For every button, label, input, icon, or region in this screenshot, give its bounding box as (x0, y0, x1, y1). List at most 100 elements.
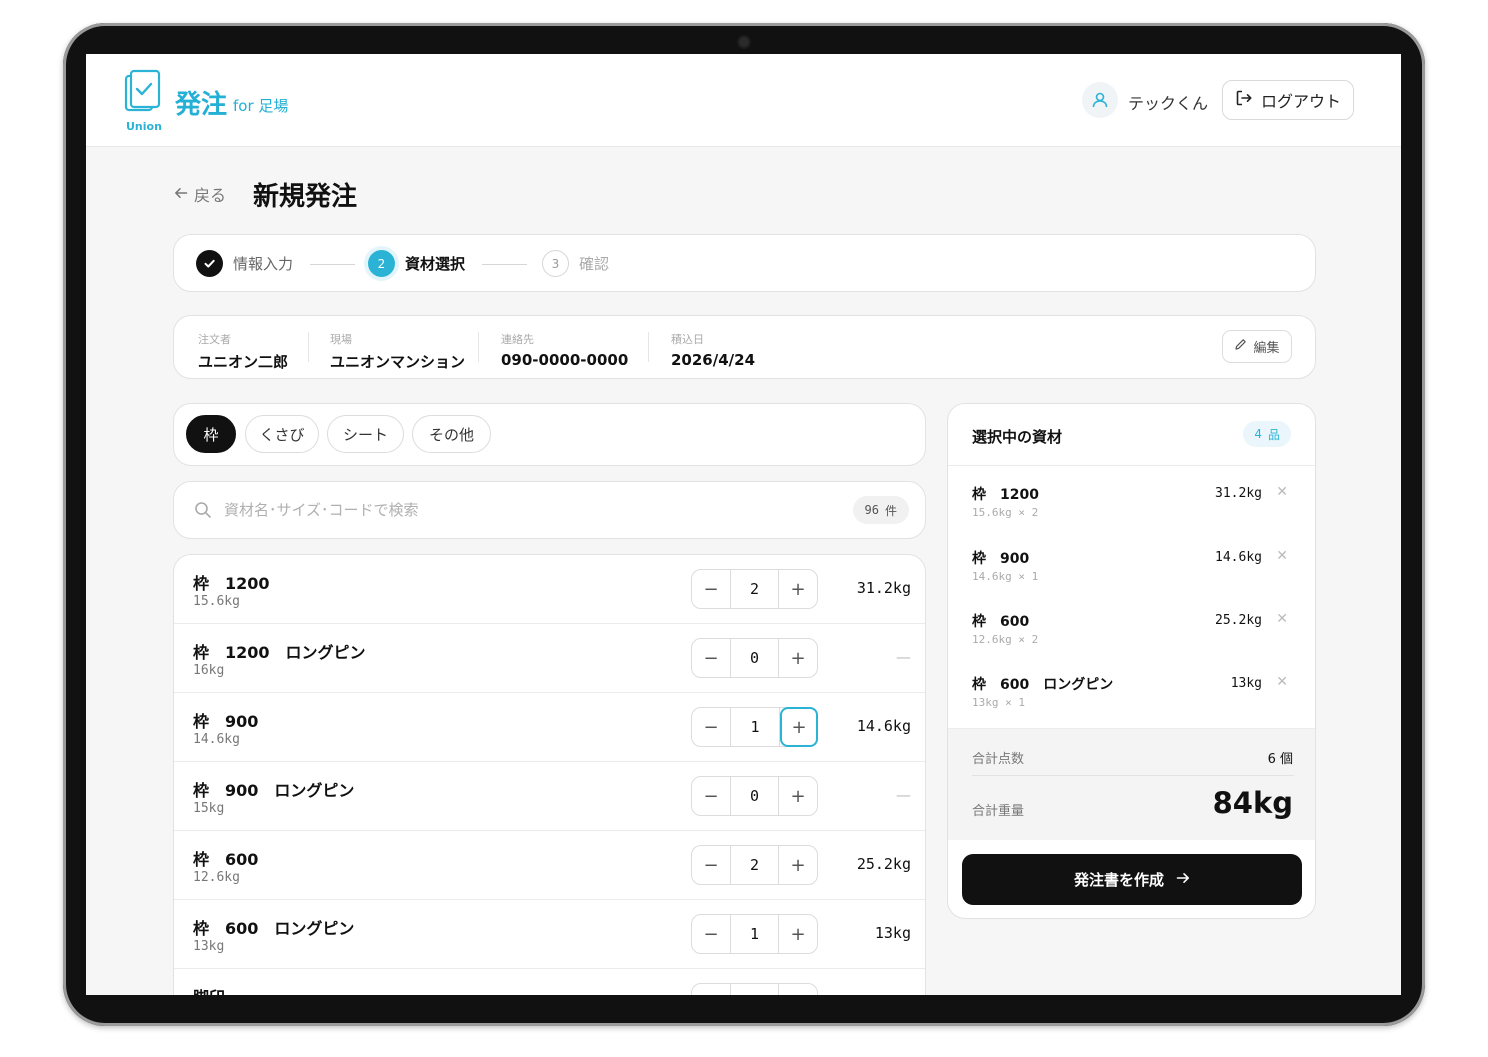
result-count: 96 (864, 503, 879, 517)
decrement-button[interactable]: − (692, 639, 730, 677)
selected-item-detail: 12.6kg × 2 (972, 633, 1039, 646)
remove-icon[interactable]: ✕ (1276, 611, 1288, 627)
product-row: 枠 900 14.6kg − 1 + 14.6kg (174, 693, 925, 762)
divider (972, 775, 1294, 776)
selected-count: 4 (1254, 427, 1262, 441)
step-number: 3 (542, 250, 569, 277)
total-count: 6 個 (1267, 752, 1293, 767)
divider (648, 332, 649, 362)
selected-item-name: 枠 600 (972, 614, 1030, 630)
increment-button[interactable]: + (779, 777, 817, 815)
edit-button[interactable]: 編集 (1222, 330, 1292, 363)
decrement-button[interactable] (692, 984, 730, 995)
create-order-button[interactable]: 発注書を作成 (962, 854, 1302, 905)
selected-item-weight: 31.2kg (1215, 486, 1262, 501)
step-connector (310, 264, 355, 265)
quantity-value[interactable]: 2 (730, 846, 779, 884)
selected-item-detail: 15.6kg × 2 (972, 506, 1039, 519)
product-total-weight: 31.2kg (856, 579, 911, 597)
quantity-value[interactable]: 1 (730, 708, 780, 746)
create-order-label: 発注書を作成 (1073, 871, 1164, 889)
selected-item-weight: 13kg (1230, 676, 1262, 691)
tab-wedge[interactable]: くさび (245, 415, 319, 453)
increment-button[interactable]: + (779, 639, 817, 677)
step-number: 2 (368, 250, 395, 277)
quantity-value[interactable]: 0 (730, 639, 779, 677)
product-list: 枠 1200 15.6kg − 2 + 31.2kg 枠 1200 ロングピン … (173, 554, 926, 995)
date-field: 積込日 2026/4/24 (671, 331, 755, 369)
increment-button[interactable]: + (779, 846, 817, 884)
search-icon (194, 501, 212, 523)
remove-icon[interactable]: ✕ (1276, 484, 1288, 500)
quantity-stepper: − 1 + (691, 914, 818, 954)
total-weight-label: 合計重量 (972, 804, 1025, 819)
remove-icon[interactable]: ✕ (1276, 674, 1288, 690)
product-total-weight: 13kg (874, 924, 911, 942)
edit-label: 編集 (1253, 341, 1280, 356)
increment-button[interactable] (779, 984, 817, 995)
logout-button[interactable]: ログアウト (1222, 80, 1354, 120)
step-label: 確認 (579, 255, 610, 273)
tab-other[interactable]: その他 (412, 415, 491, 453)
product-name: 枠 1200 ロングピン (193, 643, 366, 662)
selected-item-weight: 14.6kg (1215, 550, 1262, 565)
app-title: 発注 (175, 90, 228, 120)
product-unit-weight: 12.6kg (193, 870, 240, 885)
quantity-value[interactable] (730, 984, 779, 995)
selected-item: 枠 900 14.6kg × 1 14.6kg ✕ (972, 548, 1294, 598)
decrement-button[interactable]: − (692, 915, 730, 953)
quantity-value[interactable]: 0 (730, 777, 779, 815)
increment-button[interactable]: + (779, 915, 817, 953)
quantity-value[interactable]: 2 (730, 570, 779, 608)
divider (948, 465, 1315, 466)
quantity-value[interactable]: 1 (730, 915, 779, 953)
app-header: Union 発注 for 足場 テックくん ログアウト (86, 54, 1401, 147)
tab-sheet[interactable]: シート (327, 415, 404, 453)
contact-field: 連絡先 090-0000-0000 (501, 331, 628, 369)
selected-item-weight: 25.2kg (1215, 613, 1262, 628)
product-total-weight: — (896, 786, 911, 804)
selected-count-badge: 4 品 (1243, 421, 1291, 447)
step-connector (482, 264, 527, 265)
back-link[interactable]: 戻る (174, 182, 226, 206)
selected-item: 枠 600 12.6kg × 2 25.2kg ✕ (972, 611, 1294, 661)
result-count-unit: 件 (884, 503, 897, 518)
contact-label: 連絡先 (501, 333, 534, 346)
decrement-button[interactable]: − (692, 846, 730, 884)
decrement-button[interactable]: − (692, 777, 730, 815)
product-name: 脚印 (193, 984, 225, 995)
increment-button[interactable]: + (779, 570, 817, 608)
product-name: 枠 1200 (193, 574, 270, 593)
increment-button[interactable]: + (780, 707, 818, 747)
page-title: 新規発注 (253, 182, 358, 212)
order-info-bar: 注文者 ユニオン二郎 現場 ユニオンマンション 連絡先 090-0000-000… (173, 315, 1316, 379)
decrement-button[interactable]: − (692, 570, 730, 608)
divider (308, 332, 309, 362)
logout-label: ログアウト (1260, 92, 1341, 111)
check-icon (196, 250, 223, 277)
camera-dot (739, 37, 749, 47)
product-unit-weight: 13kg (193, 939, 225, 954)
date-label: 積込日 (671, 333, 704, 346)
remove-icon[interactable]: ✕ (1276, 548, 1288, 564)
tablet-frame: Union 発注 for 足場 テックくん ログアウト 戻る 新規発注 情報入力… (63, 23, 1425, 1026)
tab-frame[interactable]: 枠 (186, 415, 236, 453)
step-confirm: 3 確認 (542, 250, 609, 277)
result-count-badge: 96 件 (852, 496, 909, 524)
logo-icon (124, 68, 164, 120)
step-material-select: 2 資材選択 (368, 250, 465, 277)
product-total-weight: 14.6kg (856, 717, 911, 735)
selected-item-name: 枠 1200 (972, 487, 1039, 503)
search-input[interactable] (224, 495, 784, 525)
site-label: 現場 (330, 333, 352, 346)
product-row: 枠 1200 15.6kg − 2 + 31.2kg (174, 555, 925, 624)
selected-item-name: 枠 900 (972, 551, 1030, 567)
panel-title: 選択中の資材 (972, 428, 1063, 446)
product-total-weight: 25.2kg (856, 855, 911, 873)
total-count-label: 合計点数 (972, 752, 1025, 767)
product-unit-weight: 16kg (193, 663, 225, 678)
logout-icon (1235, 89, 1253, 111)
user-icon[interactable] (1082, 82, 1118, 118)
quantity-stepper: − 0 + (691, 776, 818, 816)
decrement-button[interactable]: − (692, 708, 730, 746)
